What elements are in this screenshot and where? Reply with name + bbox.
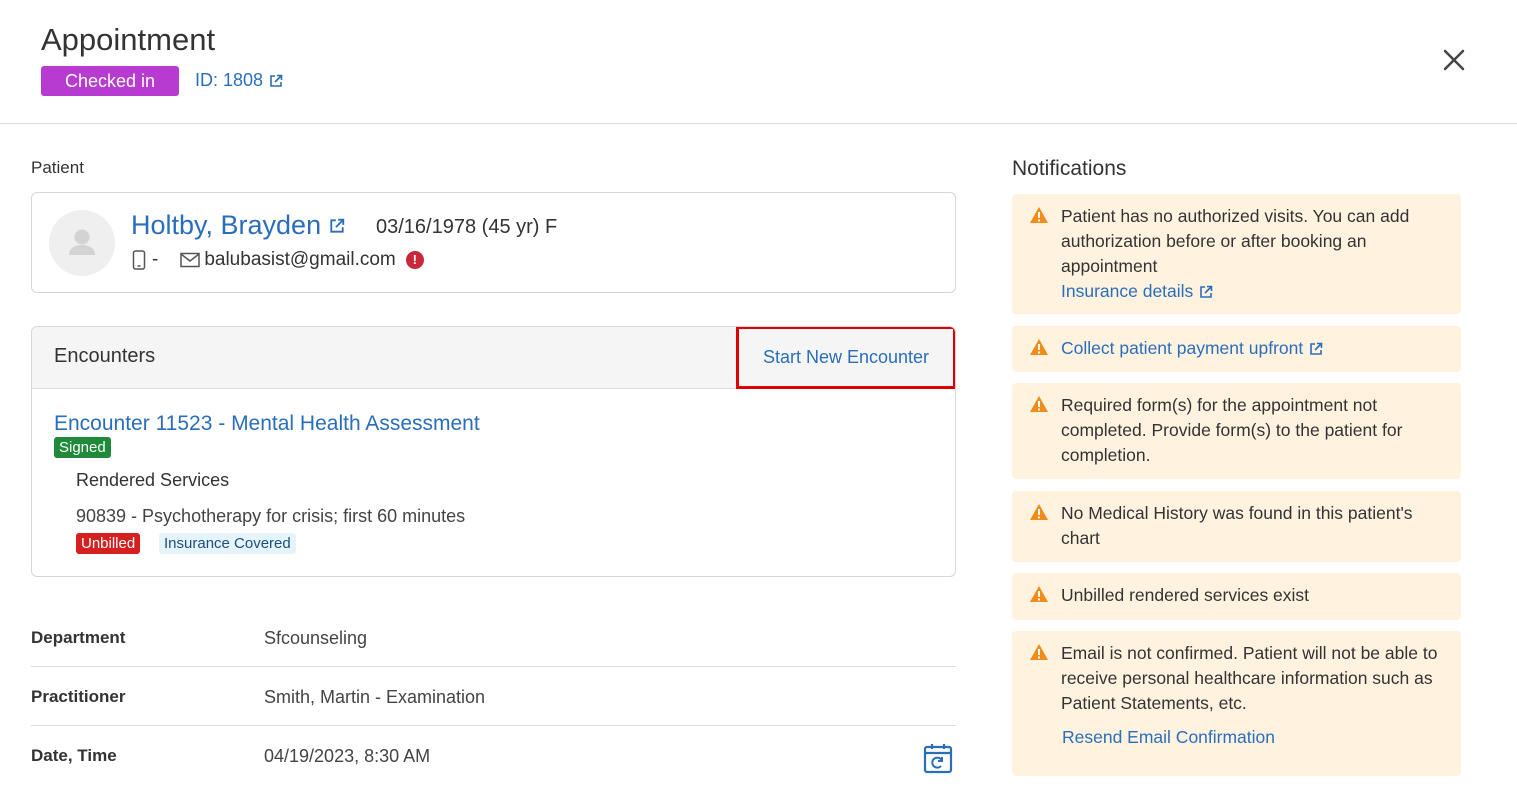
service-line: 90839 - Psychotherapy for crisis; first …	[76, 506, 466, 526]
phone-field: -	[132, 249, 158, 271]
encounters-header: Encounters Start New Encounter	[32, 327, 955, 389]
notification-text: No Medical History was found in this pat…	[1061, 503, 1413, 548]
collect-payment-link[interactable]: Collect patient payment upfront	[1061, 336, 1323, 361]
phone-value: -	[152, 249, 159, 270]
external-link-icon	[1310, 342, 1323, 355]
warning-triangle-icon	[1030, 504, 1048, 520]
patient-name: Holtby, Brayden	[131, 210, 322, 240]
notification-payment: Collect patient payment upfront	[1012, 326, 1461, 372]
notification-forms: Required form(s) for the appointment not…	[1012, 383, 1461, 479]
warning-triangle-icon	[1030, 644, 1048, 660]
detail-row-department: Department Sfcounseling	[31, 608, 956, 667]
notification-authorization: Patient has no authorized visits. You ca…	[1012, 194, 1461, 314]
department-label: Department	[31, 628, 126, 647]
patient-name-link[interactable]: Holtby, Brayden	[131, 210, 345, 241]
notification-text: Required form(s) for the appointment not…	[1061, 395, 1403, 465]
appointment-id-link[interactable]: ID: 1808	[195, 70, 283, 91]
encounters-card: Encounters Start New Encounter Encounter…	[31, 326, 956, 577]
resend-email-confirmation-link[interactable]: Resend Email Confirmation	[1062, 727, 1275, 748]
practitioner-value: Smith, Martin - Examination	[264, 687, 486, 707]
external-link-icon	[330, 218, 345, 233]
warning-triangle-icon	[1030, 339, 1048, 355]
modal-header: Appointment Checked in ID: 1808	[0, 0, 1517, 124]
close-icon[interactable]	[1438, 44, 1470, 76]
encounters-title: Encounters	[54, 345, 156, 367]
patient-dob: 03/16/1978 (45 yr) F	[376, 216, 558, 238]
user-avatar-icon	[49, 210, 115, 276]
rendered-services-label: Rendered Services	[76, 470, 230, 490]
datetime-label: Date, Time	[31, 746, 117, 765]
external-link-icon	[1200, 285, 1213, 298]
practitioner-label: Practitioner	[31, 687, 126, 706]
mail-icon	[180, 252, 201, 268]
notification-text: Patient has no authorized visits. You ca…	[1061, 206, 1410, 276]
warning-triangle-icon	[1030, 207, 1048, 223]
email-warning-icon[interactable]: !	[405, 251, 424, 269]
warning-triangle-icon	[1030, 586, 1048, 602]
notification-text: Email is not confirmed. Patient will not…	[1061, 643, 1438, 713]
detail-row-datetime: Date, Time 04/19/2023, 8:30 AM	[31, 726, 956, 785]
status-badge: Checked in	[41, 66, 179, 96]
unbilled-badge: Unbilled	[76, 533, 141, 554]
patient-card: Holtby, Brayden 03/16/1978 (45 yr) F - b…	[31, 192, 956, 293]
notification-text: Unbilled rendered services exist	[1061, 585, 1310, 605]
start-new-encounter-button[interactable]: Start New Encounter	[736, 327, 955, 389]
patient-section-label: Patient	[31, 158, 84, 177]
insurance-details-label: Insurance details	[1061, 281, 1194, 301]
external-link-icon	[270, 74, 283, 87]
notifications-title: Notifications	[1012, 157, 1127, 180]
warning-triangle-icon	[1030, 396, 1048, 412]
email-value: balubasist@gmail.com	[204, 249, 396, 270]
department-value: Sfcounseling	[264, 628, 368, 648]
notification-unbilled: Unbilled rendered services exist	[1012, 573, 1461, 620]
appointment-id-text: ID: 1808	[195, 70, 264, 90]
datetime-value: 04/19/2023, 8:30 AM	[264, 746, 431, 766]
insurance-covered-badge: Insurance Covered	[159, 533, 296, 554]
phone-icon	[132, 250, 146, 270]
email-field: balubasist@gmail.com !	[180, 249, 424, 271]
calendar-refresh-icon[interactable]	[923, 743, 953, 775]
encounter-link[interactable]: Encounter 11523 - Mental Health Assessme…	[54, 412, 480, 436]
insurance-details-link[interactable]: Insurance details	[1061, 279, 1213, 304]
signed-badge: Signed	[54, 437, 111, 458]
notification-medical-history: No Medical History was found in this pat…	[1012, 491, 1461, 562]
contact-row: - balubasist@gmail.com !	[132, 249, 424, 271]
page-title: Appointment	[41, 22, 216, 57]
detail-row-practitioner: Practitioner Smith, Martin - Examination	[31, 667, 956, 726]
collect-payment-label: Collect patient payment upfront	[1061, 338, 1304, 358]
notification-email: Email is not confirmed. Patient will not…	[1012, 631, 1461, 776]
